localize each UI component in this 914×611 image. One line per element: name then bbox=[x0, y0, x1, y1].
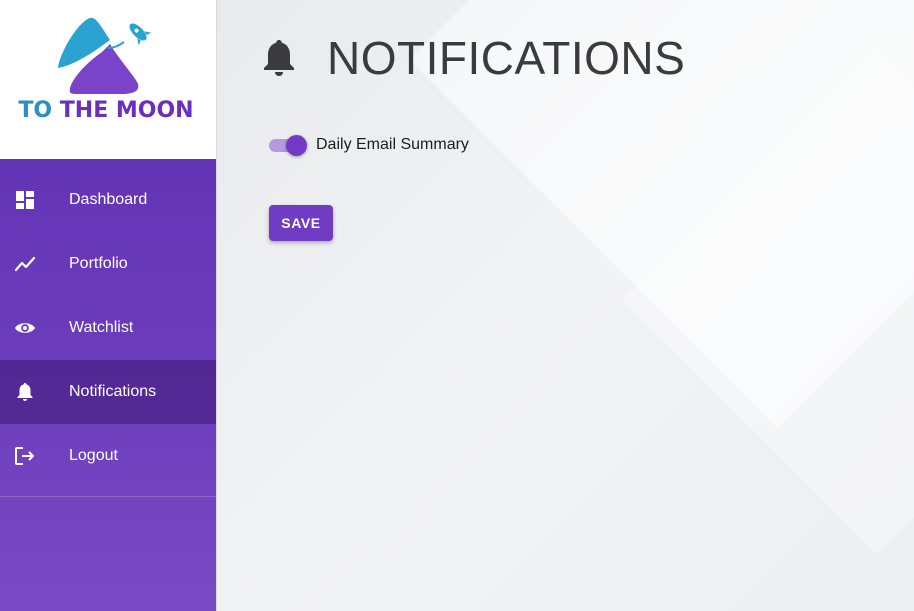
logout-icon bbox=[14, 445, 36, 467]
rocket-mountain-logo-icon bbox=[58, 17, 152, 94]
sidebar-item-dashboard[interactable]: Dashboard bbox=[0, 168, 216, 232]
app-window: TO THE MOON Dashboard Portfolio Watchlis… bbox=[0, 0, 914, 611]
trending-line-icon bbox=[14, 253, 36, 275]
sidebar-item-label: Watchlist bbox=[69, 319, 134, 336]
sidebar-item-label: Logout bbox=[69, 447, 118, 464]
bell-icon bbox=[14, 381, 36, 403]
page-title: NOTIFICATIONS bbox=[327, 32, 686, 84]
sidebar-item-portfolio[interactable]: Portfolio bbox=[0, 232, 216, 296]
dashboard-icon bbox=[14, 189, 36, 211]
sidebar: TO THE MOON Dashboard Portfolio Watchlis… bbox=[0, 0, 217, 611]
daily-email-summary-toggle[interactable] bbox=[269, 133, 307, 157]
daily-email-summary-label: Daily Email Summary bbox=[316, 136, 469, 153]
sidebar-item-notifications[interactable]: Notifications bbox=[0, 360, 216, 424]
logo-text: TO THE MOON bbox=[18, 98, 194, 123]
daily-email-summary-setting: Daily Email Summary bbox=[269, 133, 469, 157]
main-content: NOTIFICATIONS Daily Email Summary SAVE bbox=[217, 0, 914, 611]
sidebar-item-label: Notifications bbox=[69, 383, 157, 400]
save-button[interactable]: SAVE bbox=[269, 205, 333, 241]
bell-icon bbox=[264, 40, 294, 76]
toggle-thumb bbox=[286, 135, 307, 156]
sidebar-item-label: Dashboard bbox=[69, 191, 148, 208]
sidebar-item-label: Portfolio bbox=[69, 255, 128, 272]
page-header: NOTIFICATIONS bbox=[261, 28, 685, 88]
sidebar-item-logout[interactable]: Logout bbox=[0, 424, 216, 488]
logo[interactable]: TO THE MOON bbox=[0, 0, 216, 159]
sidebar-divider bbox=[0, 496, 216, 497]
eye-icon bbox=[14, 317, 36, 339]
sidebar-item-watchlist[interactable]: Watchlist bbox=[0, 296, 216, 360]
